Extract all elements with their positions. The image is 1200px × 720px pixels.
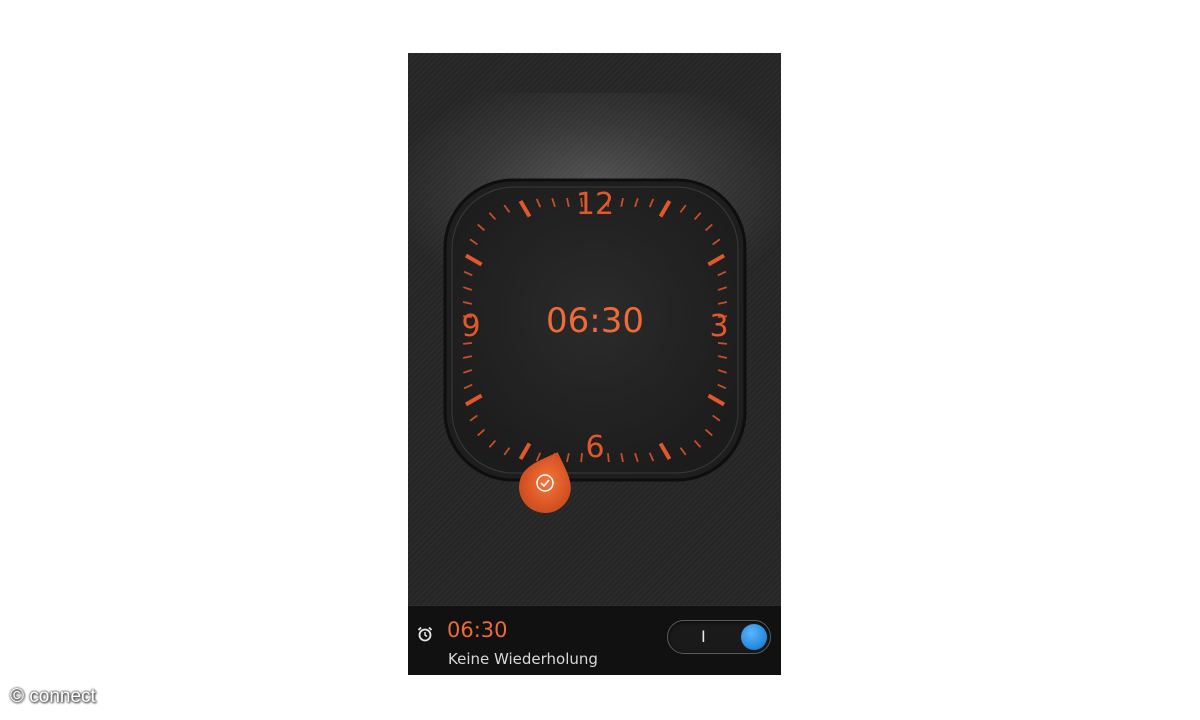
alarm-time: 06:30: [447, 618, 508, 642]
phone-screen: 12 3 6 9 06:30 06:30 Keine Wiederholung …: [408, 53, 781, 675]
watermark: © connect: [10, 686, 96, 707]
alarm-bar[interactable]: 06:30 Keine Wiederholung I: [408, 605, 781, 675]
clock-time-display[interactable]: 06:30: [495, 301, 695, 341]
numeral-3: 3: [709, 309, 729, 344]
numeral-12: 12: [575, 187, 615, 222]
numeral-9: 9: [461, 309, 481, 344]
toggle-knob[interactable]: [741, 624, 767, 650]
alarm-toggle[interactable]: I: [667, 620, 771, 654]
alarm-repeat: Keine Wiederholung: [448, 650, 598, 668]
alarm-clock-icon: [417, 626, 433, 642]
toggle-on-mark: I: [701, 627, 706, 646]
numeral-6: 6: [585, 430, 605, 465]
